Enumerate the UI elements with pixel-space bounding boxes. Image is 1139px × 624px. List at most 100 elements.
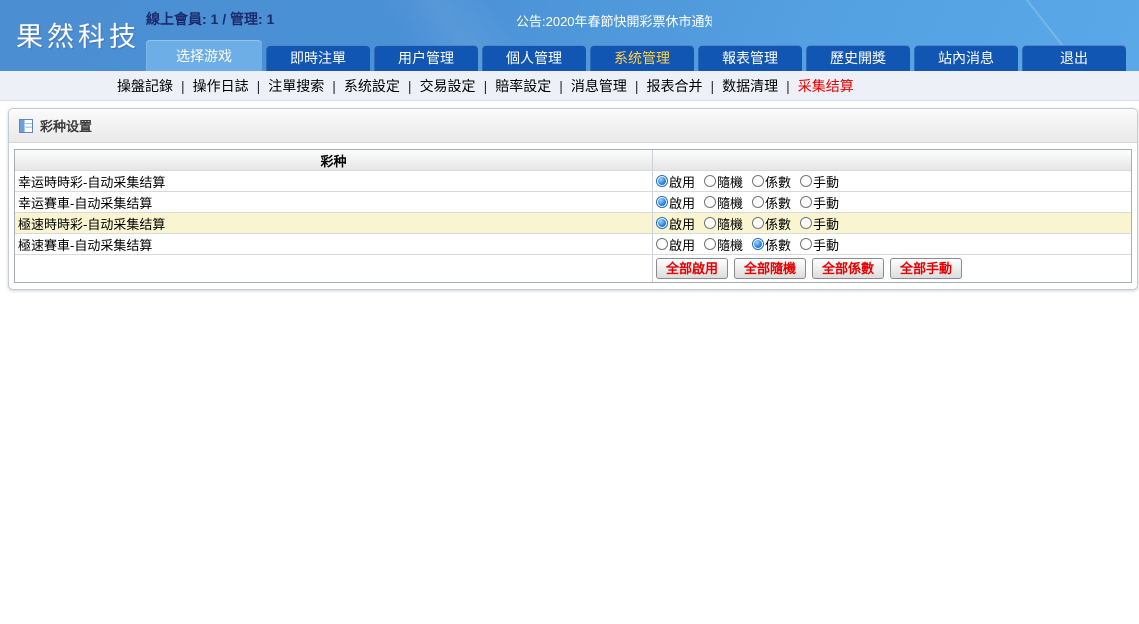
mode-label: 手動	[813, 172, 839, 191]
separator: |	[257, 78, 261, 94]
radio-unselected-icon[interactable]	[800, 175, 812, 187]
tab-select-game[interactable]: 选择游戏	[146, 40, 262, 71]
mode-label: 啟用	[669, 235, 695, 254]
separator: |	[181, 78, 185, 94]
table-row: 極速賽車-自动采集结算啟用隨機係數手動	[15, 233, 1131, 254]
lottery-name: 幸运賽車-自动采集结算	[15, 192, 652, 212]
subnav-link-report-merge[interactable]: 报表合并	[646, 76, 702, 96]
online-stats: 線上會員: 1 / 管理: 1	[146, 9, 274, 29]
tab-logout[interactable]: 退出	[1022, 45, 1126, 71]
tab-report-management[interactable]: 報表管理	[698, 45, 802, 71]
mode-radio-group: 啟用 隨機 係數手動	[652, 192, 1131, 212]
mode-option[interactable]: 隨機	[704, 193, 743, 212]
radio-unselected-icon[interactable]	[704, 196, 716, 208]
mode-radio-group: 啟用隨機 係數手動	[652, 213, 1131, 233]
table-row: 極速時時彩-自动采集结算啟用隨機 係數手動	[15, 212, 1131, 233]
mode-option[interactable]: 啟用	[656, 214, 695, 233]
all-random-button[interactable]: 全部隨機	[734, 258, 806, 279]
radio-unselected-icon[interactable]	[800, 217, 812, 229]
subnav-link-collect-settle[interactable]: 采集结算	[798, 76, 854, 96]
tab-live-orders[interactable]: 即時注單	[266, 45, 370, 71]
lottery-name: 極速時時彩-自动采集结算	[15, 213, 652, 233]
mode-option[interactable]: 手動	[800, 172, 839, 191]
mode-label: 啟用	[669, 193, 695, 212]
mode-option[interactable]: 係數	[752, 235, 791, 254]
all-coefficient-button[interactable]: 全部係數	[812, 258, 884, 279]
radio-unselected-icon[interactable]	[752, 175, 764, 187]
radio-selected-icon[interactable]	[656, 175, 668, 187]
radio-unselected-icon[interactable]	[704, 175, 716, 187]
mode-label: 啟用	[669, 214, 695, 233]
mode-option[interactable]: 手動	[800, 235, 839, 254]
mode-option[interactable]: 啟用	[656, 235, 695, 254]
sub-nav: 操盤記錄 | 操作日誌 | 注單搜索 | 系统設定 | 交易設定 | 賠率設定 | 消息管理 | 报表合并 |…	[0, 71, 1139, 101]
tab-user-management[interactable]: 用户管理	[374, 45, 478, 71]
radio-unselected-icon[interactable]	[800, 238, 812, 250]
mode-option[interactable]: 隨機	[704, 214, 743, 233]
mode-radio-group: 啟用 隨機係數 手動	[652, 171, 1131, 191]
tab-system-management[interactable]: 系统管理	[590, 45, 694, 71]
subnav-link-trade-settings[interactable]: 交易設定	[420, 76, 476, 96]
mode-option[interactable]: 啟用	[656, 193, 695, 212]
column-header-mode	[652, 150, 1131, 170]
mode-label: 係數	[765, 214, 791, 233]
empty-cell	[15, 255, 652, 282]
radio-unselected-icon[interactable]	[704, 217, 716, 229]
subnav-link-operation-logs[interactable]: 操作日誌	[193, 76, 249, 96]
mode-label: 係數	[765, 193, 791, 212]
header: 果然科技 線上會員: 1 / 管理: 1 公告:2020年春節快開彩票休市通知 …	[0, 0, 1139, 71]
subnav-link-system-settings[interactable]: 系统設定	[344, 76, 400, 96]
subnav-link-data-cleanup[interactable]: 数据清理	[722, 76, 778, 96]
tab-site-messages[interactable]: 站內消息	[914, 45, 1018, 71]
radio-selected-icon[interactable]	[656, 196, 668, 208]
subnav-link-order-search[interactable]: 注單搜索	[268, 76, 324, 96]
lottery-table: 彩种 幸运時時彩-自动采集结算啟用隨機係數手動幸运賽車-自动采集结算啟用隨機係數…	[14, 149, 1132, 283]
announcement-marquee: 公告:2020年春節快開彩票休市通知	[516, 11, 712, 28]
mode-option[interactable]: 手動	[800, 214, 839, 233]
radio-unselected-icon[interactable]	[704, 238, 716, 250]
table-row: 幸运賽車-自动采集结算啟用 隨機 係數手動	[15, 191, 1131, 212]
mode-option[interactable]: 係數	[752, 193, 791, 212]
mode-label: 手動	[813, 235, 839, 254]
bulk-buttons: 全部啟用全部隨機全部係數全部手動	[652, 255, 1131, 282]
subnav-link-odds-settings[interactable]: 賠率設定	[495, 76, 551, 96]
mode-option[interactable]: 隨機	[704, 172, 743, 191]
mode-option[interactable]: 手動	[800, 193, 839, 212]
mode-label: 隨機	[717, 193, 743, 212]
lottery-name: 幸运時時彩-自动采集结算	[15, 171, 652, 191]
radio-unselected-icon[interactable]	[752, 217, 764, 229]
lottery-table-body: 幸运時時彩-自动采集结算啟用隨機係數手動幸运賽車-自动采集结算啟用隨機係數手動極…	[15, 170, 1131, 254]
mode-option[interactable]: 係數	[752, 214, 791, 233]
mode-option[interactable]: 係數	[752, 172, 791, 191]
mode-label: 隨機	[717, 172, 743, 191]
lottery-settings-panel: 彩种设置 彩种 幸运時時彩-自动采集结算啟用隨機係數手動幸运賽車-自动采集结算啟…	[8, 108, 1138, 290]
radio-selected-icon[interactable]	[752, 238, 764, 250]
all-enable-button[interactable]: 全部啟用	[656, 258, 728, 279]
radio-unselected-icon[interactable]	[800, 196, 812, 208]
tab-history-draws[interactable]: 歷史開獎	[806, 45, 910, 71]
app-logo: 果然科技	[16, 15, 140, 54]
subnav-link-trade-records[interactable]: 操盤記錄	[117, 76, 173, 96]
radio-selected-icon[interactable]	[656, 217, 668, 229]
mode-option[interactable]: 啟用	[656, 172, 695, 191]
separator: |	[559, 78, 563, 94]
mode-label: 啟用	[669, 172, 695, 191]
column-header-lottery: 彩种	[15, 150, 652, 170]
separator: |	[332, 78, 336, 94]
mode-option[interactable]: 隨機	[704, 235, 743, 254]
tab-personal-management[interactable]: 個人管理	[482, 45, 586, 71]
mode-radio-group: 啟用隨機係數 手動	[652, 234, 1131, 254]
table-row: 幸运時時彩-自动采集结算啟用 隨機係數 手動	[15, 170, 1131, 191]
panel-header: 彩种设置	[9, 109, 1137, 143]
subnav-link-message-management[interactable]: 消息管理	[571, 76, 627, 96]
separator: |	[484, 78, 488, 94]
separator: |	[635, 78, 639, 94]
table-header-row: 彩种	[15, 150, 1131, 170]
separator: |	[408, 78, 412, 94]
separator: |	[786, 78, 790, 94]
main-nav: 选择游戏即時注單用户管理個人管理系统管理報表管理歷史開獎站內消息退出	[146, 40, 1126, 71]
radio-unselected-icon[interactable]	[656, 238, 668, 250]
all-manual-button[interactable]: 全部手動	[890, 258, 962, 279]
radio-unselected-icon[interactable]	[752, 196, 764, 208]
panel-title: 彩种设置	[40, 116, 92, 135]
